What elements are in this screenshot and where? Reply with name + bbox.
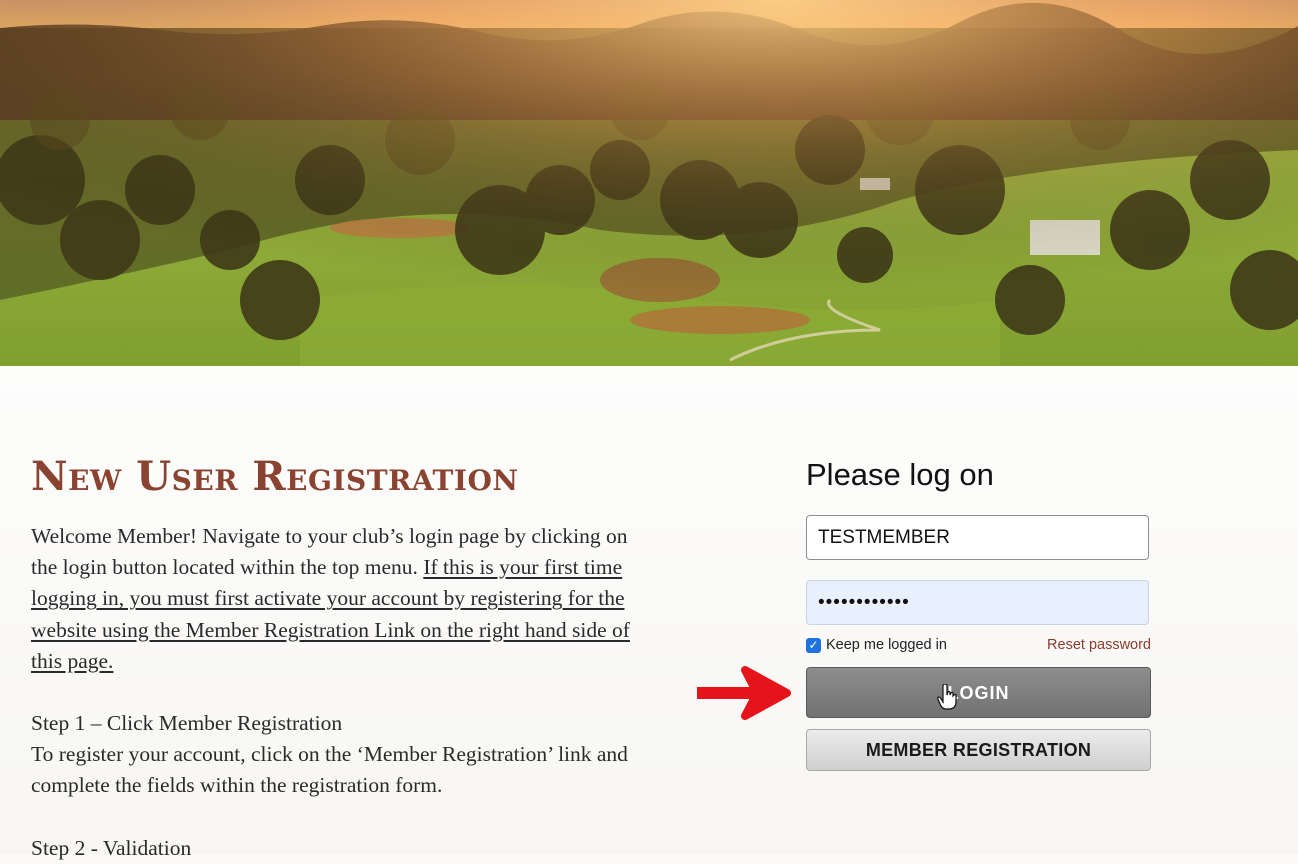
main-content: New User Registration Welcome Member! Na…	[0, 366, 1298, 860]
step1-text: To register your account, click on the ‘…	[31, 742, 628, 798]
username-input[interactable]	[806, 515, 1149, 560]
keep-logged-in-row: ✓ Keep me logged in Reset password	[806, 636, 1151, 656]
keep-logged-in-checkbox[interactable]: ✓	[806, 638, 821, 653]
hero-banner-image	[0, 0, 1298, 366]
step2-heading: Step 2 - Validation	[31, 836, 192, 860]
hand-cursor-icon	[937, 684, 957, 710]
intro-paragraph: Welcome Member! Navigate to your club’s …	[31, 521, 631, 677]
login-button[interactable]: LOGIN	[806, 667, 1151, 718]
keep-logged-in-label: Keep me logged in	[826, 637, 947, 653]
step1-heading: Step 1 – Click Member Registration	[31, 711, 343, 735]
password-input[interactable]	[806, 580, 1149, 625]
reset-password-link[interactable]: Reset password	[1047, 637, 1151, 653]
login-title: Please log on	[806, 457, 994, 492]
checkmark-icon: ✓	[808, 638, 819, 652]
red-arrow-icon	[697, 666, 791, 720]
page-title: New User Registration	[31, 453, 519, 500]
member-registration-button[interactable]: MEMBER REGISTRATION	[806, 729, 1151, 771]
step1-section: Step 1 – Click Member Registration To re…	[31, 708, 631, 802]
